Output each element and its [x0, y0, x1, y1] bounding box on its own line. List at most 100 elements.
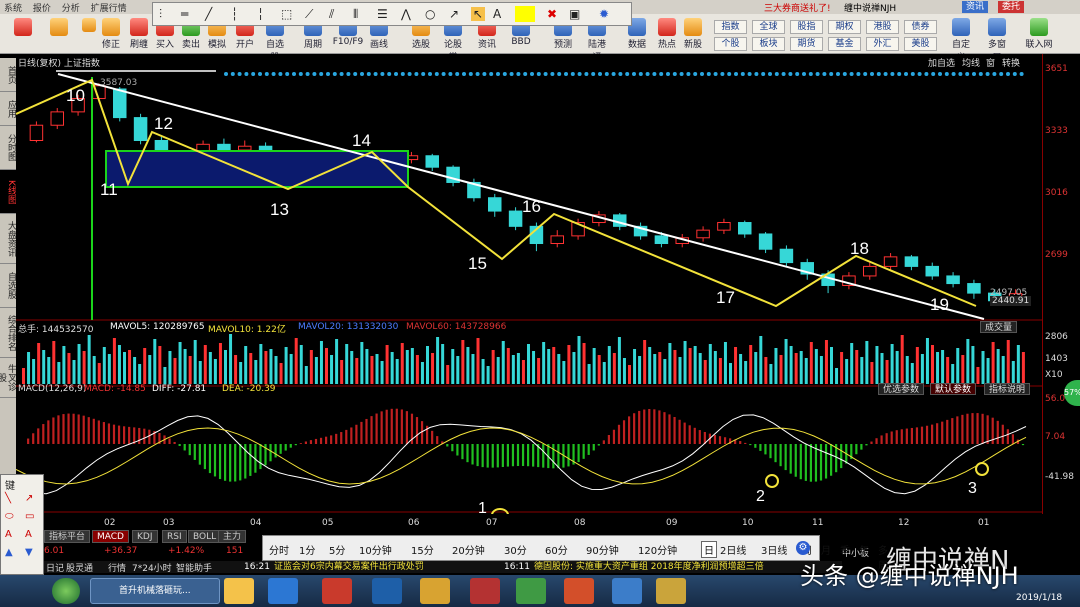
ray-line-icon[interactable]: ╱: [205, 7, 212, 21]
volume-button[interactable]: 成交量: [980, 321, 1018, 333]
line-tool-icon[interactable]: ╲: [5, 493, 11, 504]
ie-icon[interactable]: [268, 578, 298, 604]
app-icon[interactable]: [564, 578, 594, 604]
market-button[interactable]: 板块: [752, 37, 785, 51]
bottom-tab[interactable]: 股灵通: [66, 561, 93, 574]
wave-icon[interactable]: ⋀: [401, 7, 411, 21]
left-tab[interactable]: K线图: [0, 170, 16, 214]
start-button-icon[interactable]: [52, 578, 80, 604]
window-button[interactable]: 窗: [986, 56, 995, 69]
app-icon[interactable]: [470, 578, 500, 604]
arrow-tool-icon[interactable]: ↗: [449, 7, 459, 21]
parallel-line-icon[interactable]: ⫶: [159, 7, 162, 22]
market-button[interactable]: 指数: [714, 20, 747, 34]
period-option[interactable]: 2日线: [720, 542, 746, 557]
period-option[interactable]: 10分钟: [359, 542, 392, 557]
period-option[interactable]: 分时: [269, 542, 289, 557]
settings-gear-icon[interactable]: ✹: [599, 7, 609, 21]
period-option[interactable]: 年: [859, 542, 869, 557]
news-button[interactable]: 资讯: [962, 1, 989, 13]
switch-button[interactable]: 转换: [1002, 56, 1020, 69]
toolbar-button-1[interactable]: 刷缠: [126, 16, 152, 52]
multi-window-button[interactable]: 多窗口: [984, 16, 1010, 63]
menu-item-extended[interactable]: 扩展行情: [87, 0, 131, 15]
app-icon[interactable]: [612, 578, 642, 604]
marker-down-icon[interactable]: ▼: [25, 547, 33, 558]
delete-icon[interactable]: ✖: [547, 7, 557, 21]
period-option[interactable]: 日: [701, 541, 717, 558]
news-headline[interactable]: 德固股份: 实施重大资产重组 2018年度净利润预增超三倍: [534, 561, 764, 573]
period-option[interactable]: 15分: [411, 542, 434, 557]
fan-line-icon[interactable]: ⟋: [305, 7, 313, 22]
fibonacci-icon[interactable]: ☰: [377, 7, 388, 21]
left-tab[interactable]: 应用: [0, 92, 16, 126]
default-params-button[interactable]: 默认参数: [930, 383, 977, 395]
indicator-help-button[interactable]: 指标说明: [984, 383, 1031, 395]
toolbar-button-17[interactable]: 热点: [654, 16, 680, 52]
period-settings-gear-icon[interactable]: ⚙: [796, 541, 810, 555]
vertical-line-icon[interactable]: ┆: [231, 7, 238, 21]
period-option[interactable]: 月: [821, 542, 831, 557]
color-swatch[interactable]: [515, 6, 535, 22]
segment-icon[interactable]: ╎: [257, 7, 264, 21]
menu-item-analysis[interactable]: 分析: [58, 0, 84, 15]
back-icon[interactable]: [46, 16, 72, 52]
app-icon[interactable]: [656, 578, 686, 604]
news-headline[interactable]: 证监会对6宗内幕交易案件出行政处罚: [274, 561, 424, 573]
trade-button[interactable]: 委托: [998, 1, 1025, 13]
period-option[interactable]: 90分钟: [586, 542, 619, 557]
arrow-tool-icon[interactable]: ↗: [25, 493, 33, 504]
period-option[interactable]: 120分钟: [638, 542, 677, 557]
left-tab[interactable]: 自选股: [0, 264, 16, 308]
bottom-tab[interactable]: 行情: [108, 561, 126, 574]
period-option[interactable]: 季: [840, 542, 850, 557]
folder-icon[interactable]: [224, 578, 254, 604]
period-option[interactable]: 20分钟: [452, 542, 485, 557]
left-tab[interactable]: 综合排名: [0, 308, 16, 358]
channel-icon[interactable]: ⫽: [329, 7, 334, 22]
add-favorite-button[interactable]: 加自选: [928, 56, 955, 69]
menu-item-quote[interactable]: 报价: [29, 0, 55, 15]
left-tab[interactable]: 大盘资讯: [0, 214, 16, 264]
indicator-tab[interactable]: 主力: [218, 530, 247, 543]
indicator-tab[interactable]: BOLL: [188, 530, 222, 543]
indicator-tab[interactable]: 指标平台: [44, 530, 91, 543]
bottom-tab[interactable]: 日记: [46, 561, 64, 574]
toolbar-button-0[interactable]: 修正: [98, 16, 124, 52]
indicator-tab[interactable]: KDJ: [132, 530, 158, 543]
app-icon[interactable]: [420, 578, 450, 604]
period-option[interactable]: 3日线: [761, 542, 787, 557]
toolbar-button-18[interactable]: 新股: [680, 16, 706, 52]
market-button[interactable]: 股指: [790, 20, 823, 34]
left-tab[interactable]: 首页: [0, 58, 16, 92]
period-option[interactable]: 30分: [504, 542, 527, 557]
connect-button[interactable]: 联入网: [1022, 16, 1056, 52]
select-cursor-icon[interactable]: ↖: [471, 7, 486, 21]
text-tool-icon[interactable]: A: [493, 7, 501, 21]
market-button[interactable]: 全球: [752, 20, 785, 34]
market-button[interactable]: 美股: [904, 37, 937, 51]
text-b-icon[interactable]: A: [25, 529, 32, 540]
bottom-tab[interactable]: 7*24小时: [132, 561, 172, 574]
market-button[interactable]: 外汇: [866, 37, 899, 51]
layout-icon[interactable]: [10, 16, 36, 52]
period-option[interactable]: 1分: [299, 542, 315, 557]
market-button[interactable]: 期权: [828, 20, 861, 34]
copy-icon[interactable]: ▣: [569, 7, 580, 21]
rect-tool-icon[interactable]: ▭: [25, 511, 34, 522]
market-button[interactable]: 期货: [790, 37, 823, 51]
left-tab[interactable]: 牛叉诊股: [0, 358, 16, 398]
marker-up-icon[interactable]: ▲: [5, 547, 13, 558]
ellipse-tool-icon[interactable]: ⬭: [5, 511, 14, 522]
promo-text[interactable]: 三大券商送礼了!: [760, 0, 835, 15]
custom-layout-button[interactable]: 自定义: [948, 16, 974, 63]
circle-icon[interactable]: ○: [425, 7, 435, 21]
indicator-tab[interactable]: MACD: [92, 530, 129, 543]
left-tab[interactable]: 分时图: [0, 126, 16, 170]
bottom-tab[interactable]: 智能助手: [176, 561, 212, 574]
app-icon[interactable]: [372, 578, 402, 604]
market-button[interactable]: 港股: [866, 20, 899, 34]
text-a-icon[interactable]: A: [5, 529, 12, 540]
market-button[interactable]: 个股: [714, 37, 747, 51]
bars-icon[interactable]: ⦀: [353, 7, 358, 22]
